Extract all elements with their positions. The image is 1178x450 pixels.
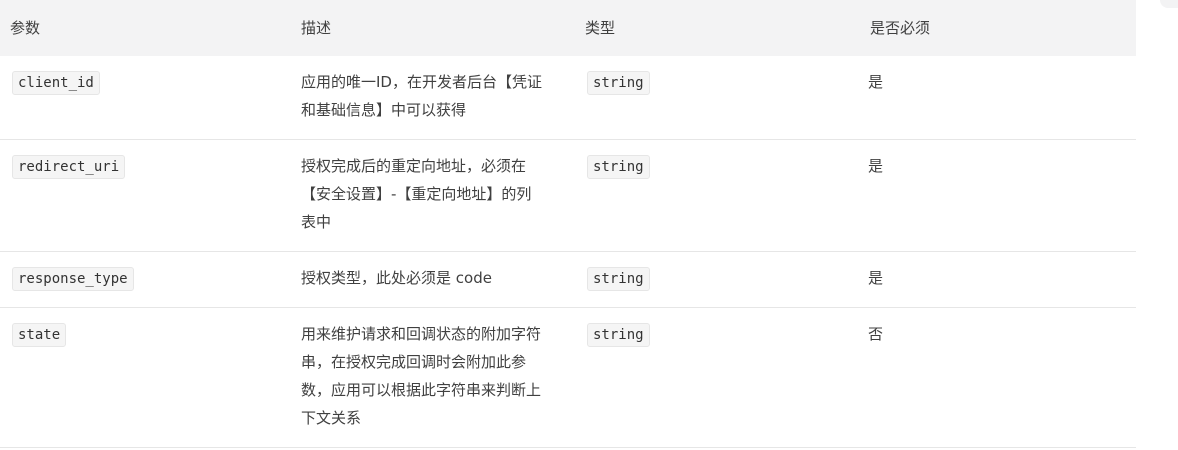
header-type: 类型 [571, 0, 856, 56]
table-body: client_id 应用的唯一ID，在开发者后台【凭证和基础信息】中可以获得 s… [0, 56, 1136, 448]
header-description: 描述 [287, 0, 571, 56]
parameters-table: 参数 描述 类型 是否必须 client_id 应用的唯一ID，在开发者后台【凭… [0, 0, 1136, 448]
type-code: string [587, 322, 650, 347]
type-code: string [587, 266, 650, 291]
table-row: state 用来维护请求和回调状态的附加字符串，在授权完成回调时会附加此参数，应… [0, 307, 1136, 448]
cell-required: 是 [856, 139, 1136, 252]
header-required: 是否必须 [856, 0, 1136, 56]
cell-param: response_type [0, 251, 287, 308]
cell-param: client_id [0, 56, 287, 140]
cell-param: state [0, 307, 287, 448]
cell-type: string [571, 139, 856, 252]
table-row: redirect_uri 授权完成后的重定向地址，必须在【安全设置】-【重定向地… [0, 139, 1136, 252]
type-code: string [587, 71, 650, 95]
param-code: state [12, 322, 67, 347]
cell-type: string [571, 251, 856, 308]
cell-required: 否 [856, 307, 1136, 448]
description-text: 用来维护请求和回调状态的附加字符串，在授权完成回调时会附加此参数，应用可以根据此… [301, 324, 542, 427]
cell-description: 授权类型，此处必须是 code [287, 251, 571, 308]
cell-param: redirect_uri [0, 139, 287, 252]
description-text: 授权完成后的重定向地址，必须在【安全设置】-【重定向地址】的列表中 [301, 156, 532, 231]
param-code: redirect_uri [12, 154, 126, 179]
cell-type: string [571, 307, 856, 448]
cell-required: 是 [856, 251, 1136, 308]
table-row: client_id 应用的唯一ID，在开发者后台【凭证和基础信息】中可以获得 s… [0, 56, 1136, 140]
cell-type: string [571, 56, 856, 140]
param-code: response_type [12, 266, 134, 291]
scrollbar-corner [1160, 0, 1178, 8]
table-header: 参数 描述 类型 是否必须 [0, 0, 1136, 56]
description-text: 授权类型，此处必须是 code [301, 268, 492, 287]
cell-description: 应用的唯一ID，在开发者后台【凭证和基础信息】中可以获得 [287, 56, 571, 140]
cell-description: 用来维护请求和回调状态的附加字符串，在授权完成回调时会附加此参数，应用可以根据此… [287, 307, 571, 448]
cell-required: 是 [856, 56, 1136, 140]
page: 参数 描述 类型 是否必须 client_id 应用的唯一ID，在开发者后台【凭… [0, 0, 1178, 450]
table-row: response_type 授权类型，此处必须是 code string 是 [0, 251, 1136, 308]
param-code: client_id [12, 71, 100, 95]
description-text: 应用的唯一ID，在开发者后台【凭证和基础信息】中可以获得 [301, 73, 542, 119]
header-param: 参数 [0, 0, 287, 56]
header-row: 参数 描述 类型 是否必须 [0, 0, 1136, 56]
type-code: string [587, 154, 650, 179]
cell-description: 授权完成后的重定向地址，必须在【安全设置】-【重定向地址】的列表中 [287, 139, 571, 252]
